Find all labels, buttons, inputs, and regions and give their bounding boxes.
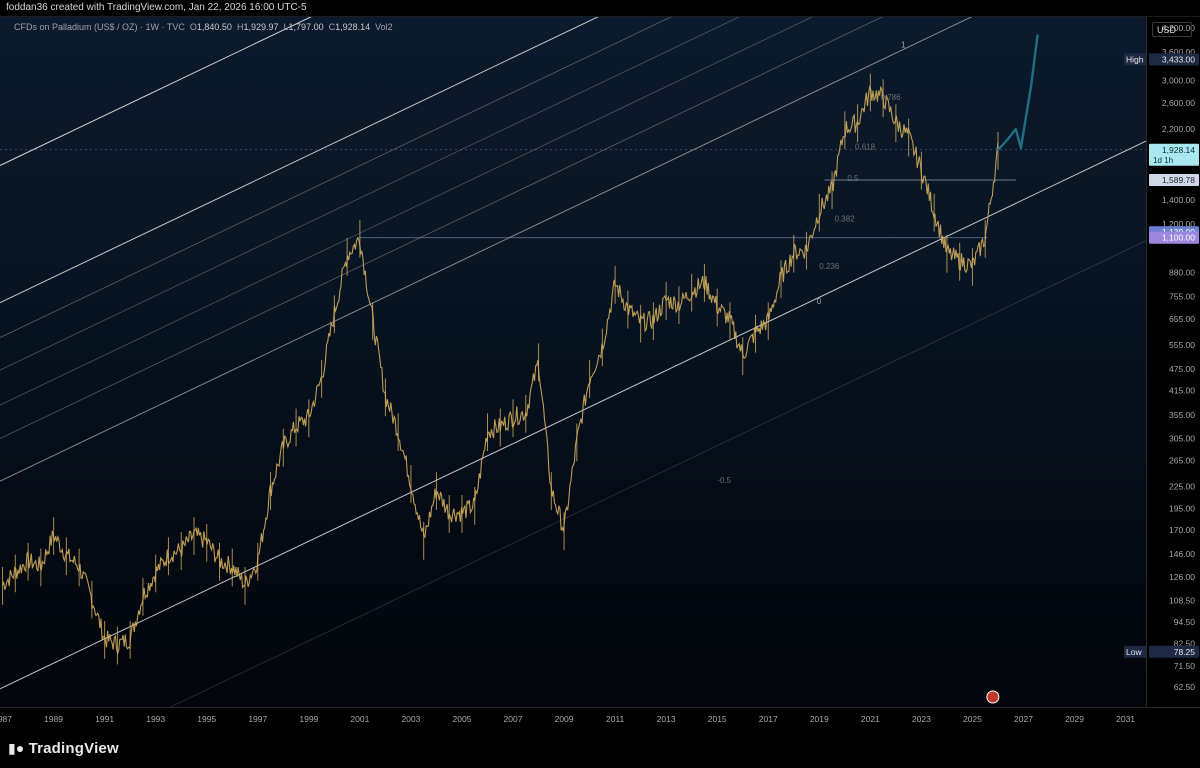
price-tick-label: 265.00 bbox=[1169, 456, 1195, 466]
price-tick-label: 1,400.00 bbox=[1162, 195, 1195, 205]
price-tick-label: 655.00 bbox=[1169, 314, 1195, 324]
price-tag-prefix: Low bbox=[1126, 647, 1142, 657]
time-tick-label: 1989 bbox=[44, 714, 63, 724]
snapshot-header: foddan36 created with TradingView.com, J… bbox=[0, 0, 1200, 17]
time-tick-label: 2009 bbox=[555, 714, 574, 724]
time-tick-label: 2013 bbox=[657, 714, 676, 724]
price-tick-label: 195.00 bbox=[1169, 504, 1195, 514]
price-tick-label: 146.00 bbox=[1169, 549, 1195, 559]
price-tick-label: 880.00 bbox=[1169, 268, 1195, 278]
time-tick-label: 1995 bbox=[197, 714, 216, 724]
channel-line-1 bbox=[0, 17, 973, 482]
time-tick-label: 2027 bbox=[1014, 714, 1033, 724]
fib-label: -0.5 bbox=[717, 476, 731, 485]
price-tag-value: 3,433.00 bbox=[1162, 54, 1195, 64]
price-tick-label: 2,600.00 bbox=[1162, 98, 1195, 108]
price-tick-label: 225.00 bbox=[1169, 481, 1195, 491]
channel-line-2 bbox=[0, 17, 883, 439]
tradingview-logo-icon: ▮● bbox=[8, 740, 25, 756]
time-tick-label: 1997 bbox=[248, 714, 267, 724]
fib-label: 0.5 bbox=[847, 174, 859, 183]
fib-label: 0.618 bbox=[855, 143, 876, 152]
channel-line-4 bbox=[0, 17, 740, 371]
price-axis-labels: 4,200.003,600.003,000.002,600.002,200.00… bbox=[1149, 23, 1199, 692]
currency-selector[interactable]: USD bbox=[1152, 22, 1192, 37]
price-tick-label: 62.50 bbox=[1174, 682, 1196, 692]
time-tick-label: 2021 bbox=[861, 714, 880, 724]
time-tick-label: 1999 bbox=[299, 714, 318, 724]
high-value: 1,929.97 bbox=[243, 22, 279, 32]
time-tick-label: 2003 bbox=[401, 714, 420, 724]
footer bbox=[0, 729, 1200, 768]
volume-label: Vol2 bbox=[375, 22, 393, 32]
price-tick-label: 555.00 bbox=[1169, 340, 1195, 350]
close-value: 1,928.14 bbox=[335, 22, 371, 32]
price-tick-label: 305.00 bbox=[1169, 434, 1195, 444]
open-label: O bbox=[189, 22, 197, 32]
symbol-title: CFDs on Palladium (US$ / OZ) · 1W · TVC bbox=[14, 22, 185, 32]
fib-label: 0.786 bbox=[881, 93, 902, 102]
price-tick-label: 94.50 bbox=[1174, 617, 1196, 627]
time-tick-label: 2015 bbox=[708, 714, 727, 724]
fib-label: 0.236 bbox=[819, 262, 840, 271]
chart-window: foddan36 created with TradingView.com, J… bbox=[0, 0, 1200, 768]
open-value: 1,840.50 bbox=[196, 22, 232, 32]
tradingview-brand[interactable]: ▮● TradingView bbox=[8, 740, 119, 757]
time-tick-label: 2031 bbox=[1116, 714, 1135, 724]
price-axis[interactable]: 4,200.00 3,600.00 3,000.00 2,600.00 2,200.00… bbox=[1146, 17, 1200, 707]
price-tag-prefix: High bbox=[1126, 54, 1144, 64]
channel-line-3 bbox=[0, 17, 813, 406]
price-tick-label: 108.50 bbox=[1169, 596, 1195, 606]
price-tag-countdown: 1d 1h bbox=[1153, 156, 1173, 165]
time-tick-label: 2007 bbox=[504, 714, 523, 724]
price-tick-label: 475.00 bbox=[1169, 364, 1195, 374]
time-tick-label: 1993 bbox=[146, 714, 165, 724]
time-tick-label: 2023 bbox=[912, 714, 931, 724]
channel-line-0 bbox=[0, 140, 1146, 690]
price-tag-value: 78.25 bbox=[1174, 647, 1196, 657]
event-flag-icon bbox=[986, 690, 1000, 704]
channel-line-7 bbox=[169, 240, 1146, 707]
low-value: 1,797.00 bbox=[288, 22, 324, 32]
price-tag-value: 1,589.78 bbox=[1162, 175, 1195, 185]
time-tick-label: 1991 bbox=[95, 714, 114, 724]
time-axis-labels: 1987 1989 1991 1993 1995 1997 1999 2001 2003 2005… bbox=[0, 714, 1135, 724]
price-tag-value: 1,928.14 bbox=[1162, 145, 1195, 155]
time-tick-label: 2025 bbox=[963, 714, 982, 724]
price-series-line bbox=[2, 84, 999, 656]
fib-label: 0 bbox=[817, 297, 822, 306]
price-chart[interactable]: 1 0.786 0.618 0.5 0.382 0.236 0 -0.5 High Low bbox=[0, 17, 1146, 707]
price-tick-label: 126.00 bbox=[1169, 572, 1195, 582]
time-axis[interactable]: 1987 1989 1991 1993 1995 1997 1999 2001 2003 2005… bbox=[0, 707, 1200, 729]
time-tick-label: 2017 bbox=[759, 714, 778, 724]
price-tick-label: 71.50 bbox=[1174, 661, 1196, 671]
chart-pane[interactable]: 1 0.786 0.618 0.5 0.382 0.236 0 -0.5 High Low bbox=[0, 17, 1146, 707]
time-tick-label: 1987 bbox=[0, 714, 12, 724]
symbol-legend: CFDs on Palladium (US$ / OZ) · 1W · TVC … bbox=[14, 22, 393, 32]
time-tick-label: 2029 bbox=[1065, 714, 1084, 724]
price-tick-label: 415.00 bbox=[1169, 385, 1195, 395]
time-tick-label: 2011 bbox=[606, 714, 625, 724]
price-tick-label: 2,200.00 bbox=[1162, 124, 1195, 134]
price-tick-label: 755.00 bbox=[1169, 292, 1195, 302]
brand-name: TradingView bbox=[28, 740, 119, 757]
outer-channel-line bbox=[0, 17, 312, 166]
time-tick-label: 2005 bbox=[453, 714, 472, 724]
time-tick-label: 2019 bbox=[810, 714, 829, 724]
time-tick-label: 2001 bbox=[350, 714, 369, 724]
fib-label: 0.382 bbox=[835, 214, 856, 223]
price-tick-label: 170.00 bbox=[1169, 525, 1195, 535]
price-tick-label: 355.00 bbox=[1169, 410, 1195, 420]
price-tick-label: 3,000.00 bbox=[1162, 76, 1195, 86]
price-tag-value: 1,100.00 bbox=[1162, 233, 1195, 243]
fib-label: 1 bbox=[901, 41, 906, 50]
channel-line-5 bbox=[0, 17, 672, 338]
snapshot-caption: foddan36 created with TradingView.com, J… bbox=[6, 2, 307, 13]
projection-path bbox=[996, 34, 1039, 151]
